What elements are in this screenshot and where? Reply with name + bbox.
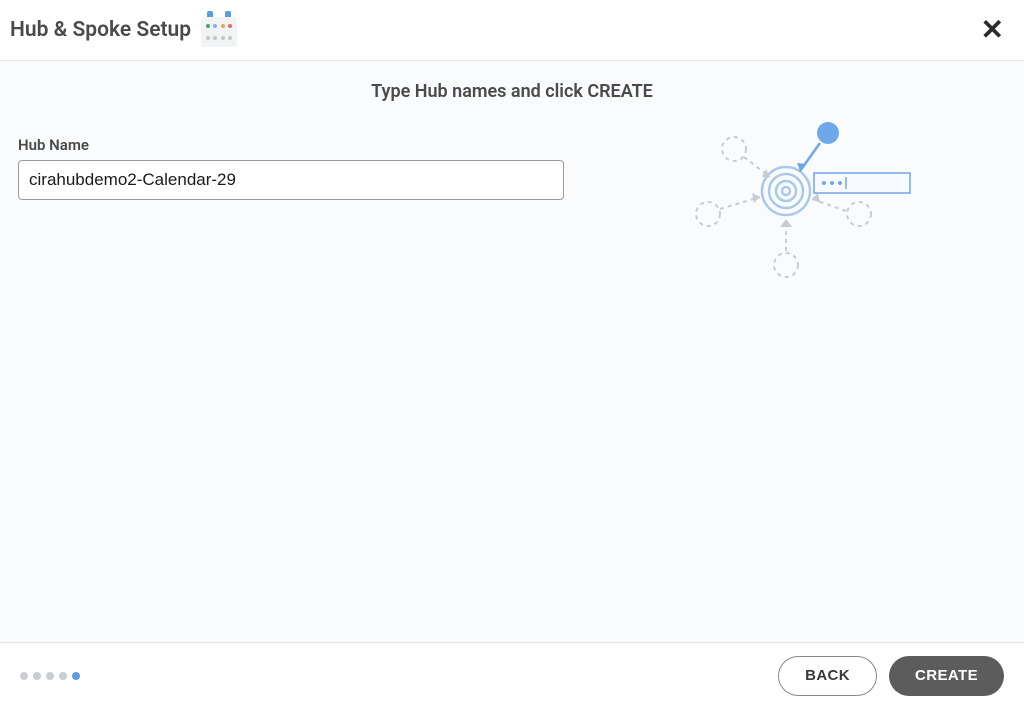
dialog-footer: BACK CREATE	[0, 642, 1024, 708]
step-dot	[20, 672, 28, 680]
hub-spoke-illustration	[694, 119, 934, 289]
hub-name-label: Hub Name	[18, 136, 564, 154]
step-indicator	[20, 672, 80, 680]
footer-buttons: BACK CREATE	[778, 656, 1004, 696]
step-dot	[46, 672, 54, 680]
hub-name-field-group: Hub Name	[18, 136, 564, 200]
header-left: Hub & Spoke Setup	[10, 13, 237, 47]
step-dot	[59, 672, 67, 680]
step-dot	[33, 672, 41, 680]
hub-name-input[interactable]	[18, 160, 564, 200]
back-button[interactable]: BACK	[778, 656, 877, 696]
step-dot-active	[72, 672, 80, 680]
create-button[interactable]: CREATE	[889, 656, 1004, 696]
main-panel: Type Hub names and click CREATE Hub Name	[0, 61, 1024, 642]
close-icon[interactable]: ✕	[977, 12, 1008, 48]
calendar-icon	[201, 13, 237, 47]
instruction-text: Type Hub names and click CREATE	[18, 81, 1006, 102]
dialog-header: Hub & Spoke Setup ✕	[0, 0, 1024, 61]
dialog-title: Hub & Spoke Setup	[10, 18, 191, 42]
